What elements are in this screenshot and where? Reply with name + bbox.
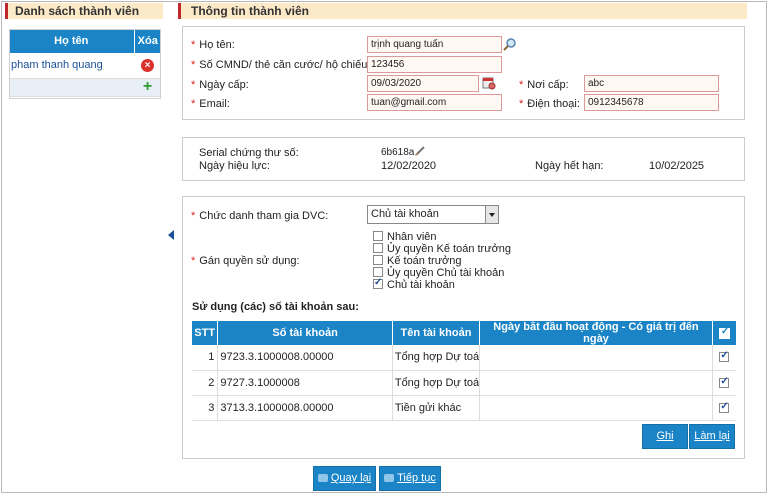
- permission-checkbox-checked[interactable]: [373, 277, 383, 289]
- id-number-input[interactable]: 123456: [367, 56, 502, 73]
- permission-checkbox[interactable]: [373, 255, 383, 265]
- member-info-header: Thông tin thành viên: [178, 3, 747, 19]
- permission-checkbox[interactable]: [373, 243, 383, 253]
- row-dates: [479, 395, 713, 421]
- col-header-stt: STT: [192, 321, 219, 345]
- table-row: 2 9727.3.1000008 Tổng hợp Dự toá: [192, 370, 736, 396]
- row-checkbox[interactable]: [719, 376, 730, 388]
- position-select-value: Chủ tài khoản: [371, 208, 439, 220]
- email-label: * Email:: [191, 98, 230, 110]
- select-all-checkbox[interactable]: [718, 326, 730, 339]
- valid-from-label: Ngày hiệu lực:: [199, 160, 270, 172]
- delete-icon[interactable]: ×: [141, 58, 154, 72]
- permission-label-uy-quyen-ctk: Ủy quyền Chủ tài khoản: [387, 267, 505, 279]
- pencil-icon[interactable]: [414, 145, 426, 157]
- phone-label: * Điện thoại:: [519, 98, 580, 110]
- table-row: 1 9723.3.1000008.00000 Tổng hợp Dự toá: [192, 345, 736, 371]
- search-icon[interactable]: [503, 37, 517, 51]
- table-row: 3 3713.3.1000008.00000 Tiền gửi khác: [192, 395, 736, 421]
- serial-value: 6b618a: [381, 147, 415, 158]
- member-row[interactable]: pham thanh quang ×: [9, 53, 161, 79]
- row-checkbox[interactable]: [719, 401, 730, 413]
- row-dates: [479, 345, 713, 371]
- add-member-icon[interactable]: +: [143, 78, 152, 95]
- certificate-box: [182, 137, 745, 181]
- member-name[interactable]: pham thanh quang: [9, 53, 134, 79]
- back-icon: [317, 474, 328, 483]
- id-number-label: * Số CMND/ thẻ căn cước/ hộ chiếu:: [191, 59, 371, 71]
- permission-checkbox[interactable]: [373, 267, 383, 277]
- col-header-dates: Ngày bắt đầu hoạt động - Có giá trị đến …: [479, 321, 713, 345]
- row-checkbox[interactable]: [719, 350, 730, 363]
- permission-checkbox[interactable]: [373, 231, 383, 241]
- permission-label-nhan-vien: Nhân viên: [387, 231, 437, 243]
- row-stt: 1: [192, 345, 219, 371]
- permission-label-ctk: Chủ tài khoản: [387, 279, 455, 291]
- chevron-down-icon[interactable]: [485, 206, 498, 223]
- email-input[interactable]: tuan@gmail.com: [367, 94, 502, 111]
- next-icon: [384, 474, 395, 483]
- col-header-account-name: Tên tài khoản: [392, 321, 481, 345]
- row-stt: 3: [192, 395, 219, 421]
- fullname-input[interactable]: trịnh quang tuấn: [367, 36, 502, 53]
- permission-label: * Gán quyền sử dụng:: [191, 255, 300, 267]
- row-stt: 2: [192, 370, 219, 396]
- accounts-table: STT Số tài khoản Tên tài khoản Ngày bắt …: [192, 321, 736, 421]
- phone-input[interactable]: 0912345678: [584, 94, 719, 111]
- collapse-arrow-icon[interactable]: [168, 230, 174, 240]
- serial-label: Serial chứng thư số:: [199, 147, 299, 159]
- calendar-icon[interactable]: [482, 76, 496, 90]
- row-dates: [479, 370, 713, 396]
- member-info-title: Thông tin thành viên: [191, 4, 309, 18]
- col-header-account-number: Số tài khoản: [217, 321, 393, 345]
- row-account-name: Tổng hợp Dự toá: [392, 370, 481, 396]
- permission-label-uy-quyen-ktt: Ủy quyền Kế toán trưởng: [387, 243, 512, 255]
- col-header-name: Họ tên: [9, 29, 135, 53]
- valid-from-value: 12/02/2020: [381, 160, 437, 172]
- col-header-delete: Xóa: [134, 29, 161, 53]
- back-button[interactable]: Quay lại: [313, 466, 376, 491]
- save-button[interactable]: Ghi: [642, 424, 688, 449]
- row-account-number: 3713.3.1000008.00000: [217, 395, 393, 421]
- position-label: * Chức danh tham gia DVC:: [191, 210, 329, 222]
- row-account-number: 9723.3.1000008.00000: [217, 345, 393, 371]
- member-list-header: Danh sách thành viên: [5, 3, 163, 19]
- issue-place-label: * Nơi cấp:: [519, 79, 569, 91]
- row-account-name: Tổng hợp Dự toá: [392, 345, 481, 371]
- member-list-title: Danh sách thành viên: [15, 4, 140, 18]
- member-table: Họ tên Xóa pham thanh quang × +: [9, 29, 161, 97]
- row-account-number: 9727.3.1000008: [217, 370, 393, 396]
- reset-button[interactable]: Làm lại: [689, 424, 735, 449]
- issue-date-input[interactable]: 09/03/2020: [367, 75, 479, 92]
- row-account-name: Tiền gửi khác: [392, 395, 481, 421]
- valid-to-value: 10/02/2025: [649, 160, 705, 172]
- position-select[interactable]: Chủ tài khoản: [367, 205, 499, 224]
- issue-date-label: * Ngày cấp:: [191, 79, 249, 91]
- accounts-title: Sử dụng (các) số tài khoản sau:: [192, 301, 359, 313]
- permission-label-ktt: Kế toán trưởng: [387, 255, 462, 267]
- valid-to-label: Ngày hết hạn:: [535, 160, 604, 172]
- next-button[interactable]: Tiếp tục: [379, 466, 441, 491]
- issue-place-input[interactable]: abc: [584, 75, 719, 92]
- fullname-label: * Họ tên:: [191, 39, 235, 51]
